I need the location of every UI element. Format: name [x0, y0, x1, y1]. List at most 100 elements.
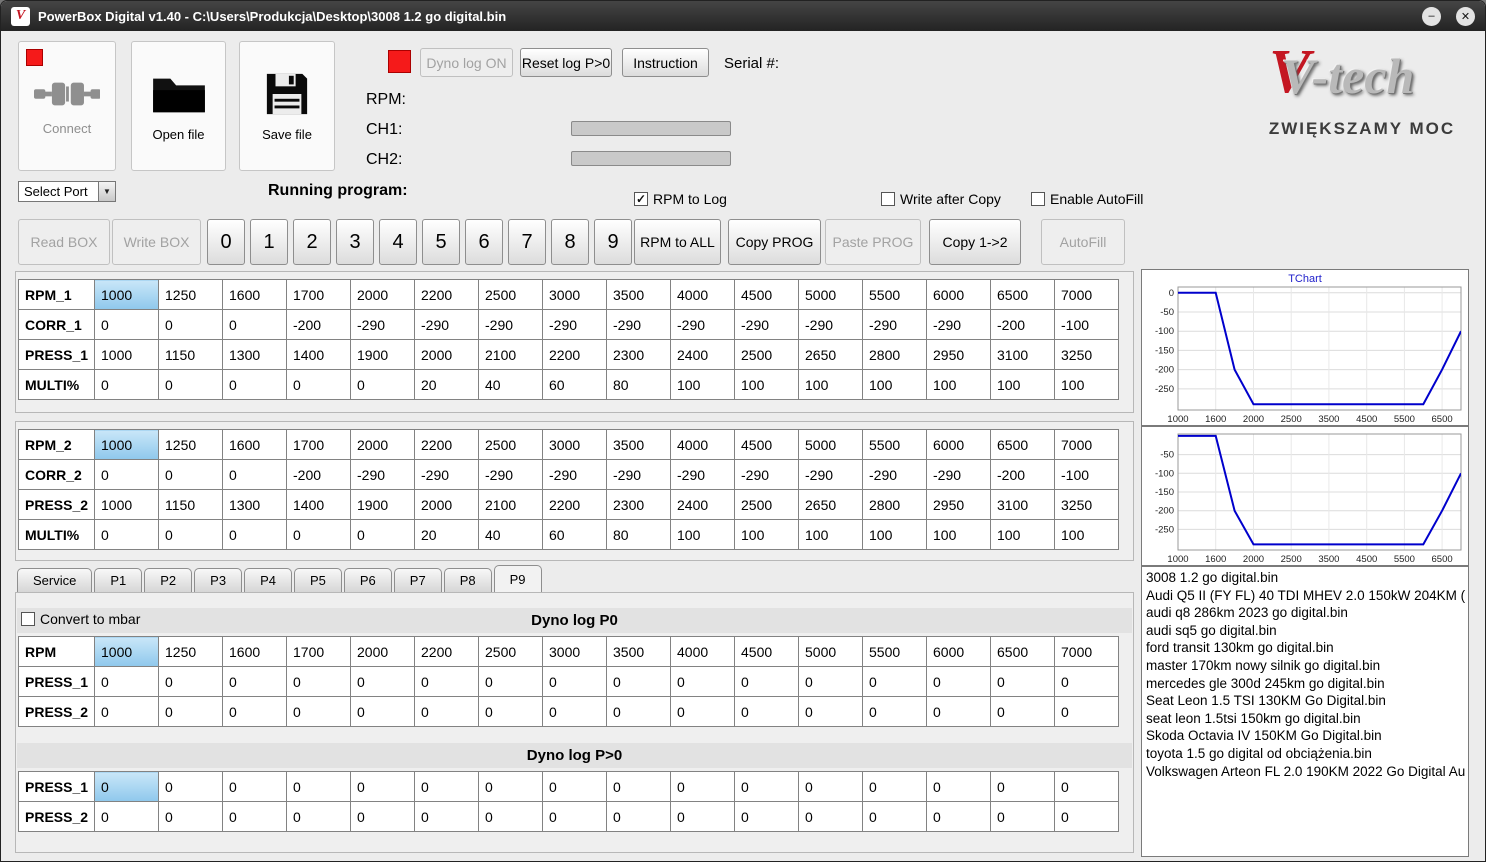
value-cell[interactable]: -290: [862, 459, 927, 490]
value-cell[interactable]: -290: [670, 459, 735, 490]
value-cell[interactable]: 0: [94, 309, 159, 340]
value-cell[interactable]: 0: [1054, 696, 1119, 727]
value-cell[interactable]: 1900: [350, 339, 415, 370]
value-cell[interactable]: 0: [542, 666, 607, 697]
value-cell[interactable]: -290: [542, 309, 607, 340]
value-cell[interactable]: 0: [350, 771, 415, 802]
value-cell[interactable]: 1700: [286, 636, 351, 667]
value-cell[interactable]: 1700: [286, 429, 351, 460]
value-cell[interactable]: 6000: [926, 279, 991, 310]
value-cell[interactable]: 2000: [414, 339, 479, 370]
digit-button-6[interactable]: 6: [465, 219, 503, 265]
value-cell[interactable]: 4000: [670, 429, 735, 460]
value-cell[interactable]: 0: [1054, 771, 1119, 802]
value-cell[interactable]: 0: [222, 369, 287, 400]
value-cell[interactable]: -200: [990, 309, 1055, 340]
value-cell[interactable]: 0: [350, 369, 415, 400]
value-cell[interactable]: 0: [158, 519, 223, 550]
value-cell[interactable]: 4500: [734, 429, 799, 460]
value-cell[interactable]: -290: [862, 309, 927, 340]
save-file-button[interactable]: Save file: [239, 41, 335, 171]
value-cell[interactable]: 3500: [606, 429, 671, 460]
value-cell[interactable]: 0: [158, 369, 223, 400]
value-cell[interactable]: 7000: [1054, 636, 1119, 667]
reset-log-button[interactable]: Reset log P>0: [520, 48, 612, 77]
value-cell[interactable]: -290: [350, 459, 415, 490]
value-cell[interactable]: 0: [94, 459, 159, 490]
value-cell[interactable]: 0: [670, 801, 735, 832]
dyno-log-on-button[interactable]: Dyno log ON: [420, 48, 513, 77]
value-cell[interactable]: 0: [94, 801, 159, 832]
digit-button-4[interactable]: 4: [379, 219, 417, 265]
file-list-item[interactable]: Skoda Octavia IV 150KM Go Digital.bin: [1142, 727, 1468, 745]
value-cell[interactable]: 0: [862, 801, 927, 832]
value-cell[interactable]: 0: [222, 771, 287, 802]
copy-prog-button[interactable]: Copy PROG: [728, 219, 821, 265]
value-cell[interactable]: 5500: [862, 429, 927, 460]
value-cell[interactable]: 3100: [990, 339, 1055, 370]
value-cell[interactable]: 3500: [606, 279, 671, 310]
tab-p2[interactable]: P2: [144, 568, 193, 592]
value-cell[interactable]: 60: [542, 369, 607, 400]
file-list-item[interactable]: audi sq5 go digital.bin: [1142, 622, 1468, 640]
value-cell[interactable]: 0: [158, 771, 223, 802]
value-cell[interactable]: 4500: [734, 279, 799, 310]
value-cell[interactable]: 4000: [670, 279, 735, 310]
value-cell[interactable]: 6000: [926, 429, 991, 460]
tab-p7[interactable]: P7: [393, 568, 442, 592]
value-cell[interactable]: 0: [734, 666, 799, 697]
value-cell[interactable]: 0: [286, 801, 351, 832]
value-cell[interactable]: -290: [606, 459, 671, 490]
value-cell[interactable]: 0: [222, 459, 287, 490]
value-cell[interactable]: 1700: [286, 279, 351, 310]
tab-p5[interactable]: P5: [293, 568, 342, 592]
value-cell[interactable]: 0: [734, 801, 799, 832]
value-cell[interactable]: 4000: [670, 636, 735, 667]
value-cell[interactable]: -100: [1054, 459, 1119, 490]
digit-button-2[interactable]: 2: [293, 219, 331, 265]
value-cell[interactable]: -290: [734, 459, 799, 490]
digit-button-1[interactable]: 1: [250, 219, 288, 265]
value-cell[interactable]: 3250: [1054, 489, 1119, 520]
digit-button-3[interactable]: 3: [336, 219, 374, 265]
value-cell[interactable]: 2200: [414, 279, 479, 310]
value-cell[interactable]: 3000: [542, 279, 607, 310]
value-cell[interactable]: -290: [414, 459, 479, 490]
select-port-dropdown[interactable]: Select Port ▼: [18, 181, 116, 202]
value-cell[interactable]: 5000: [798, 279, 863, 310]
value-cell[interactable]: 3000: [542, 429, 607, 460]
autofill-button[interactable]: AutoFill: [1041, 219, 1125, 265]
value-cell[interactable]: 100: [990, 519, 1055, 550]
value-cell[interactable]: 2200: [414, 636, 479, 667]
value-cell[interactable]: 0: [158, 801, 223, 832]
value-cell[interactable]: 1000: [94, 489, 159, 520]
value-cell[interactable]: 1000: [94, 279, 159, 310]
value-cell[interactable]: 0: [606, 771, 671, 802]
value-cell[interactable]: 0: [414, 696, 479, 727]
value-cell[interactable]: -290: [798, 459, 863, 490]
minimize-button[interactable]: –: [1422, 6, 1441, 26]
value-cell[interactable]: 0: [926, 801, 991, 832]
value-cell[interactable]: 0: [222, 666, 287, 697]
value-cell[interactable]: 1250: [158, 279, 223, 310]
value-cell[interactable]: 0: [94, 369, 159, 400]
value-cell[interactable]: 0: [1054, 801, 1119, 832]
value-cell[interactable]: -290: [926, 459, 991, 490]
value-cell[interactable]: 0: [798, 696, 863, 727]
value-cell[interactable]: 1000: [94, 636, 159, 667]
value-cell[interactable]: 1150: [158, 339, 223, 370]
value-cell[interactable]: 0: [286, 771, 351, 802]
close-button[interactable]: ✕: [1456, 6, 1475, 26]
digit-button-9[interactable]: 9: [594, 219, 632, 265]
value-cell[interactable]: -290: [926, 309, 991, 340]
value-cell[interactable]: 5000: [798, 429, 863, 460]
value-cell[interactable]: 0: [94, 666, 159, 697]
value-cell[interactable]: 2950: [926, 339, 991, 370]
paste-prog-button[interactable]: Paste PROG: [825, 219, 921, 265]
value-cell[interactable]: 0: [542, 801, 607, 832]
value-cell[interactable]: -290: [478, 309, 543, 340]
file-list-item[interactable]: ford transit 130km go digital.bin: [1142, 639, 1468, 657]
write-box-button[interactable]: Write BOX: [112, 219, 201, 265]
value-cell[interactable]: 1300: [222, 339, 287, 370]
value-cell[interactable]: 40: [478, 519, 543, 550]
